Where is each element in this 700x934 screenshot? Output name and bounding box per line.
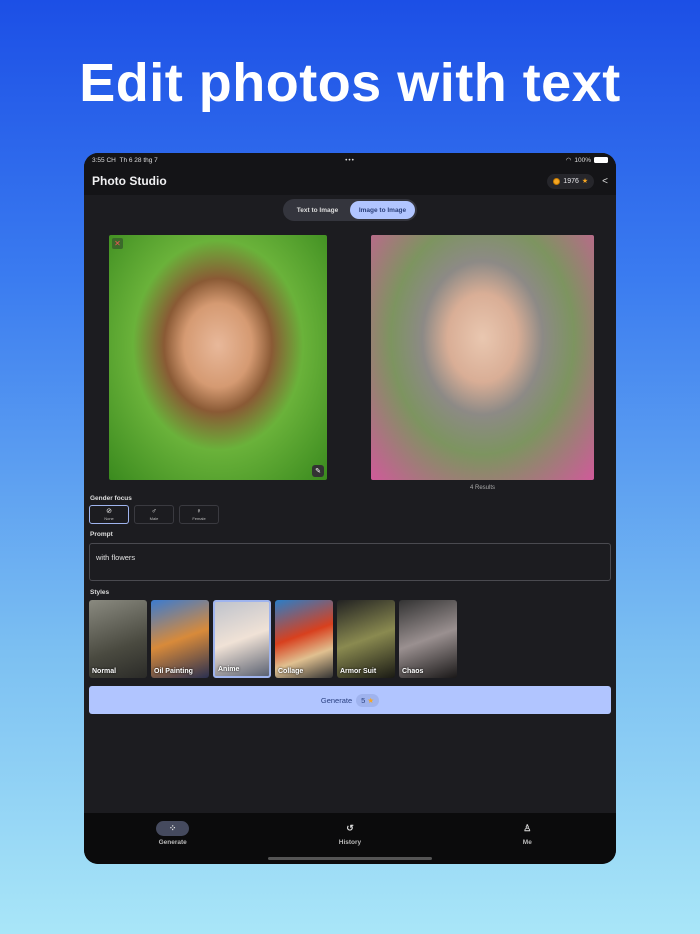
source-photo[interactable]: ✕ ✎: [109, 235, 327, 480]
gender-female-button[interactable]: ♀ Female: [179, 505, 219, 524]
headline: Edit photos with text: [79, 53, 621, 113]
cost-badge: 5 ★: [356, 693, 380, 707]
tab-image-to-image[interactable]: Image to Image: [350, 201, 415, 219]
nav-label: History: [338, 839, 362, 846]
gender-male-label: Male: [149, 516, 159, 521]
gender-none-label: None: [104, 516, 114, 521]
nav-generate[interactable]: ⁘ Generate: [84, 813, 261, 864]
page-title: Photo Studio: [92, 174, 167, 188]
styles-label: Styles: [90, 589, 110, 596]
style-oil-painting[interactable]: Oil Painting: [151, 600, 209, 678]
bottom-nav: ⁘ Generate ↺ History ♙ Me: [84, 813, 616, 864]
share-icon[interactable]: <: [602, 176, 608, 187]
prompt-label: Prompt: [90, 531, 113, 538]
cost-value: 5: [361, 695, 366, 705]
style-label: Chaos: [402, 668, 424, 675]
coin-balance[interactable]: 1976 ★: [547, 173, 595, 189]
edit-pencil-icon[interactable]: ✎: [312, 465, 324, 477]
style-label: Anime: [218, 666, 240, 673]
gender-options: ⊘ None ♂ Male ♀ Female: [89, 505, 219, 524]
results-count: 4 Results: [469, 485, 495, 491]
home-indicator[interactable]: [268, 857, 432, 860]
style-label: Normal: [92, 668, 117, 675]
app-header: Photo Studio 1976 ★ <: [84, 167, 616, 195]
battery-percent: 100%: [574, 156, 591, 164]
style-collage[interactable]: Collage: [275, 600, 333, 678]
person-icon: ♙: [523, 823, 532, 833]
style-label: Armor Suit: [340, 668, 377, 675]
star-icon: ★: [367, 695, 375, 705]
nav-label: Me: [522, 839, 532, 846]
remove-photo-icon[interactable]: ✕: [112, 238, 123, 249]
result-photo[interactable]: [371, 235, 594, 480]
multitask-dots[interactable]: •••: [345, 157, 355, 164]
style-normal[interactable]: Normal: [89, 600, 147, 678]
status-bar: 3:55 CH Th 6 28 thg 7 ••• ◠ 100%: [84, 153, 616, 167]
star-icon: ★: [581, 178, 589, 185]
status-time: 3:55 CH: [92, 156, 116, 164]
wifi-icon: ◠: [565, 157, 572, 164]
device-screen: 3:55 CH Th 6 28 thg 7 ••• ◠ 100% Photo St…: [84, 153, 616, 864]
gender-male-button[interactable]: ♂ Male: [134, 505, 174, 524]
battery-icon: [594, 157, 608, 163]
coin-icon: [553, 177, 561, 185]
gender-female-label: Female: [192, 516, 206, 521]
style-label: Collage: [278, 668, 304, 675]
style-armor-suit[interactable]: Armor Suit: [337, 600, 395, 678]
mode-tabs: Text to Image Image to Image: [283, 199, 417, 221]
female-icon: ♀: [196, 508, 202, 515]
gender-none-button[interactable]: ⊘ None: [89, 505, 129, 524]
nav-label: Generate: [158, 839, 187, 846]
generate-label: Generate: [320, 695, 353, 705]
styles-list: Normal Oil Painting Anime Collage Armor …: [89, 600, 457, 678]
sparkle-icon: ⁘: [156, 821, 190, 836]
male-icon: ♂: [151, 508, 157, 515]
style-anime[interactable]: Anime: [213, 600, 271, 678]
tab-text-to-image[interactable]: Text to Image: [285, 201, 350, 219]
style-chaos[interactable]: Chaos: [399, 600, 457, 678]
generate-button[interactable]: Generate 5 ★: [89, 686, 611, 714]
coin-count: 1976: [563, 177, 579, 185]
status-date: Th 6 28 thg 7: [119, 156, 158, 164]
none-icon: ⊘: [106, 508, 112, 515]
nav-me[interactable]: ♙ Me: [439, 813, 616, 864]
style-label: Oil Painting: [154, 668, 193, 675]
history-icon: ↺: [346, 823, 354, 833]
gender-focus-label: Gender focus: [90, 495, 132, 502]
prompt-input[interactable]: with flowers: [89, 543, 611, 581]
